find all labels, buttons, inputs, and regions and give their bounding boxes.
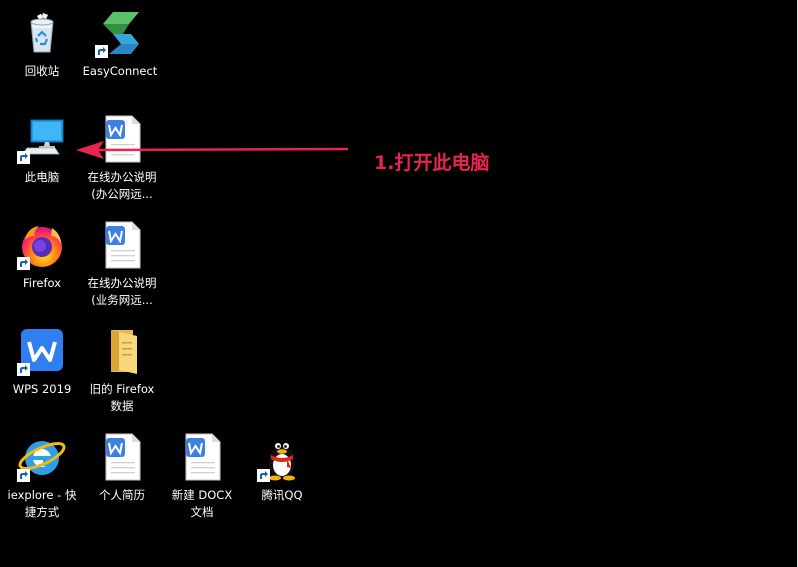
recycle-bin-icon xyxy=(17,8,67,58)
shortcut-arrow-icon xyxy=(257,469,270,482)
desktop-icon-qq[interactable]: 腾讯QQ xyxy=(242,432,322,504)
desktop-icon-recycle-bin[interactable]: 回收站 xyxy=(2,8,82,80)
desktop-icon-label: Firefox xyxy=(22,276,62,290)
desktop-icon-iexplore[interactable]: iexplore - 快 捷方式 xyxy=(2,432,82,521)
annotation-arrow xyxy=(76,141,349,159)
shortcut-arrow-icon xyxy=(17,469,30,482)
internet-explorer-icon xyxy=(17,432,67,482)
annotation-text: 1.打开此电脑 xyxy=(374,152,490,174)
desktop-icon-label-line1: 在线办公说明 xyxy=(87,276,157,290)
desktop-icon-label: 腾讯QQ xyxy=(261,488,303,502)
desktop-icon-label: 回收站 xyxy=(24,64,60,78)
desktop-icon-label-line1: iexplore - 快 xyxy=(7,488,77,502)
desktop-icon-resume[interactable]: 个人简历 xyxy=(82,432,162,504)
shortcut-arrow-icon xyxy=(17,257,30,270)
shortcut-arrow-icon xyxy=(17,151,30,164)
shortcut-arrow-icon xyxy=(95,45,108,58)
easyconnect-icon xyxy=(95,8,145,58)
qq-penguin-icon xyxy=(257,432,307,482)
desktop-icon-label-line2: (办公网远... xyxy=(91,187,153,201)
desktop-icon-doc-office-2[interactable]: 在线办公说明 (业务网远... xyxy=(82,220,162,309)
desktop-icon-label-line1: 新建 DOCX xyxy=(171,488,233,502)
shortcut-arrow-icon xyxy=(17,363,30,376)
desktop-icon-label: 个人简历 xyxy=(99,488,145,502)
desktop-icon-label: WPS 2019 xyxy=(12,382,72,396)
wps-app-icon xyxy=(17,326,67,376)
desktop-icon-label-line2: 捷方式 xyxy=(24,505,60,519)
wps-doc-icon xyxy=(177,432,227,482)
desktop-icon-label: EasyConnect xyxy=(82,64,158,78)
desktop-icon-new-docx[interactable]: 新建 DOCX 文档 xyxy=(162,432,242,521)
firefox-icon xyxy=(17,220,67,270)
desktop: 回收站 EasyConnect 此电脑 在线办公说明 (办公网远... Fire… xyxy=(0,0,798,567)
desktop-icon-label-line2: 文档 xyxy=(190,505,214,519)
desktop-icon-wps[interactable]: WPS 2019 xyxy=(2,326,82,398)
desktop-icon-label-line1: 在线办公说明 xyxy=(87,170,157,184)
desktop-icon-label: 此电脑 xyxy=(24,170,60,184)
folder-icon xyxy=(97,326,147,376)
wps-doc-icon xyxy=(97,220,147,270)
desktop-icon-label-line2: (业务网远... xyxy=(91,293,153,307)
desktop-icon-label-line1: 旧的 Firefox xyxy=(89,382,155,396)
desktop-icon-label-line2: 数据 xyxy=(110,399,134,413)
desktop-icon-firefox[interactable]: Firefox xyxy=(2,220,82,292)
desktop-icon-old-firefox-folder[interactable]: 旧的 Firefox 数据 xyxy=(82,326,162,415)
desktop-icon-easyconnect[interactable]: EasyConnect xyxy=(80,8,160,80)
wps-doc-icon xyxy=(97,432,147,482)
